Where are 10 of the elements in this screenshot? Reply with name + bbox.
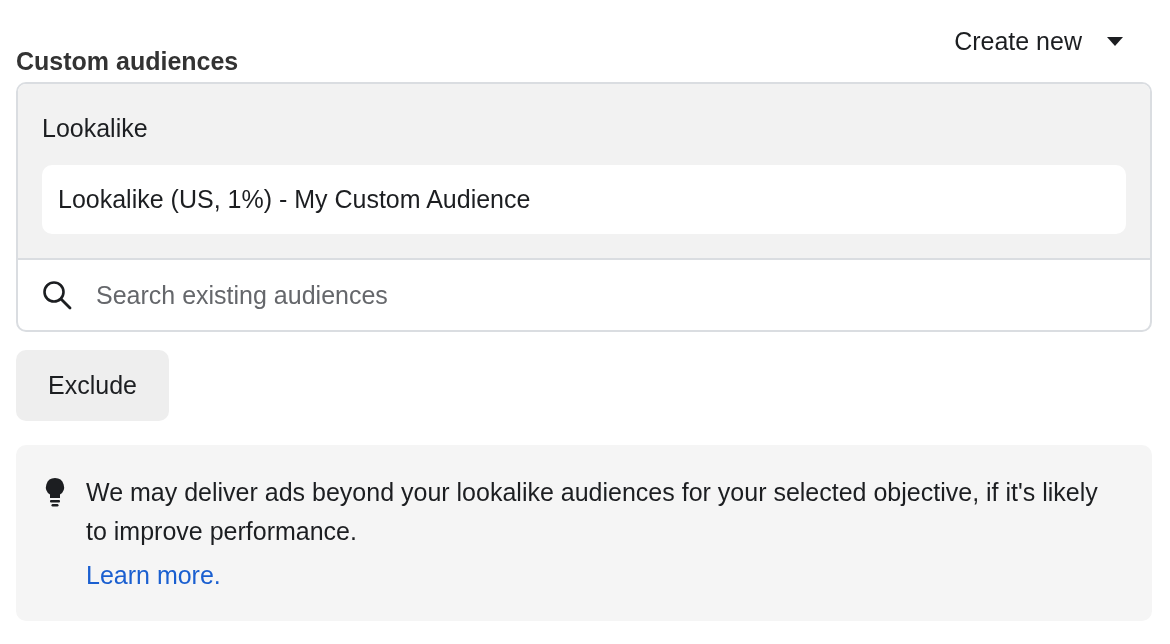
caret-icon [1106,35,1124,47]
group-label: Lookalike [42,114,149,143]
notice-text: We may deliver ads beyond your lookalike audiences for your selected objective, if it's likely to improve performance. [86,477,1099,547]
search-icon [42,280,72,310]
lightbulb-icon [44,477,66,507]
section-title: Custom audiences [16,46,239,76]
learn-more-link[interactable]: Learn more. [86,561,221,590]
exclude-button[interactable]: Exclude [16,350,169,421]
create-new-dropdown[interactable]: Create new [954,26,1152,56]
audience-chip[interactable]: Lookalike (US, 1%) - My Custom Audience [42,165,1126,234]
